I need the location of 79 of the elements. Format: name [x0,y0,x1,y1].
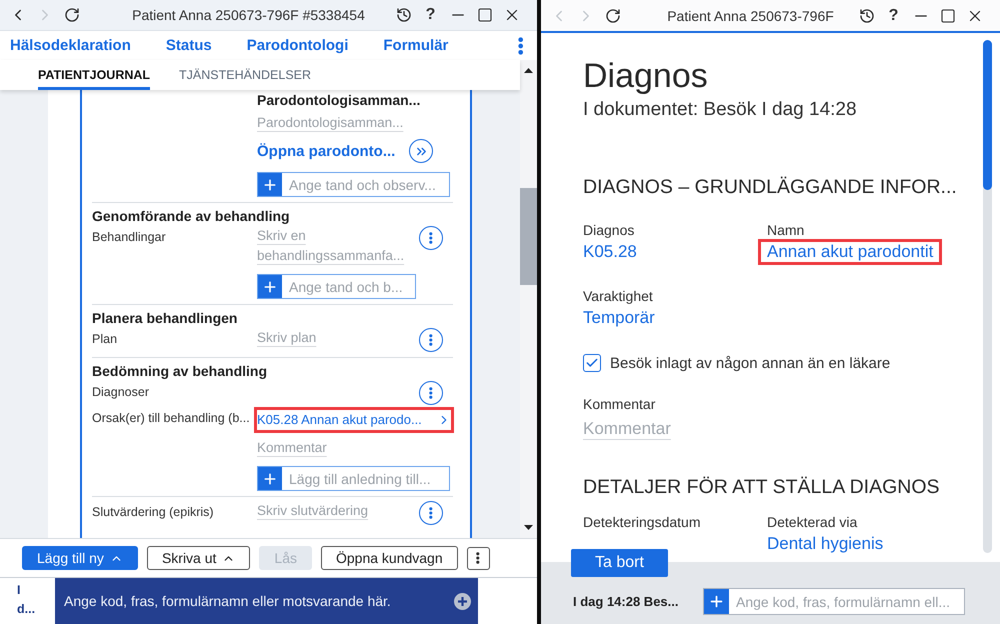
row-label: Behandlingar [92,229,166,246]
help-button[interactable]: ? [888,6,898,24]
note-field[interactable]: Skriv slutvärdering [257,501,368,521]
open-button[interactable] [409,139,434,163]
refresh-icon[interactable] [64,7,80,23]
field-label: Detekteringsdatum [583,513,701,531]
add-input-field[interactable]: Lägg till anledning till... [257,466,450,491]
field-value-link[interactable]: Temporär [583,305,655,331]
plus-icon [262,176,278,192]
nav-link[interactable]: Parodontologi [246,37,348,54]
nav-link[interactable]: Formulär [383,37,448,54]
add-button[interactable] [258,275,282,298]
note-field[interactable]: Skriv plan [257,328,316,348]
field-value-link[interactable]: Annan akut parodontit [767,242,934,262]
delete-button[interactable]: Ta bort [571,549,668,577]
window-title: Patient Anna 250673-796F [667,8,834,24]
window-title: Patient Anna 250673-796F #5338454 [132,7,365,23]
scrollbar-thumb[interactable] [520,188,537,285]
note-field[interactable]: Kommentar [257,438,327,458]
maximize-icon[interactable] [940,8,956,24]
page-title: Diagnos [583,56,709,97]
tab[interactable]: TJÄNSTEHÄNDELSER [179,60,312,90]
section-heading: DETALJER FÖR ATT STÄLLA DIAGNOS [583,475,941,500]
plus-icon [262,470,278,486]
diagnosis-link[interactable]: K05.28 Annan akut parodo... [257,410,451,430]
scroll-up-icon[interactable] [524,68,533,73]
kebab-icon [429,334,433,346]
open-link[interactable]: Öppna parodonto... [257,142,396,160]
command-input-field[interactable]: Ange kod, fras, formulärnamn ell... [703,588,965,615]
field-label: Varaktighet [583,287,653,305]
add-button[interactable] [258,173,282,196]
add-button[interactable] [704,589,729,614]
field-heading: Parodontologisamman... [257,93,420,108]
dropdown-button[interactable]: Skriva ut [146,546,250,570]
plus-icon [262,278,278,294]
field-label: Detekterad via [767,513,858,531]
field-label: Namn [767,221,804,239]
kebab-icon [429,232,433,244]
maximize-icon[interactable] [476,7,492,23]
nav-link[interactable]: Hälsodeklaration [10,37,131,54]
scrollbar-thumb[interactable] [983,40,992,190]
context-text: I dag 14:28 Bes... [573,593,680,611]
row-label: Plan [92,331,118,348]
scroll-down-icon[interactable] [524,525,533,530]
row-label: Orsak(er) till behandling (b... [92,410,250,427]
dropdown-button[interactable]: Lägg till ny [22,546,138,570]
kebab-icon [429,387,433,399]
kebab-icon[interactable] [518,36,523,54]
help-button[interactable]: ? [426,6,436,24]
checkbox[interactable] [583,354,601,372]
field-label: Kommentar [583,395,656,413]
section-title: Genomförande av behandling [92,207,291,226]
section-heading: DIAGNOS – GRUNDLÄGGANDE INFOR... [583,175,958,200]
toolbar-button[interactable]: Öppna kundvagn [320,546,458,570]
refresh-icon[interactable] [604,8,620,24]
add-circle-icon[interactable] [454,592,471,610]
add-input-field[interactable]: Ange tand och b... [257,274,416,299]
add-button[interactable] [258,467,282,490]
row-label: Diagnoser [92,384,149,401]
plus-icon [708,593,725,610]
context-text: I d... [17,582,36,618]
section-title: Bedömning av behandling [92,362,268,381]
row-label: Slutvärdering (epikris) [92,504,214,521]
history-icon[interactable] [396,7,412,23]
command-input-field[interactable]: Ange kod, fras, formulärnamn eller motsvarande här. [55,578,478,624]
nav-link[interactable]: Status [166,37,212,54]
checkbox-label: Besök inlagt av någon annan än en läkare [610,354,890,372]
field-value-link[interactable]: K05.28 [583,239,637,265]
kebab-icon [476,552,480,564]
field-value-link[interactable]: Dental hygienis [767,531,884,557]
note-field[interactable]: Skriv en behandlingssammanfa... [257,226,419,266]
document-context-text: I dokumentet: Besök I dag 14:28 [583,98,858,122]
add-input-field[interactable]: Ange tand och observ... [257,172,450,197]
section-title: Planera behandlingen [92,309,238,328]
more-button[interactable] [466,546,490,570]
field-label: Diagnos [583,221,634,239]
history-icon[interactable] [858,8,874,24]
kebab-icon [429,507,433,519]
note-field[interactable]: Parodontologisamman... [257,113,404,133]
